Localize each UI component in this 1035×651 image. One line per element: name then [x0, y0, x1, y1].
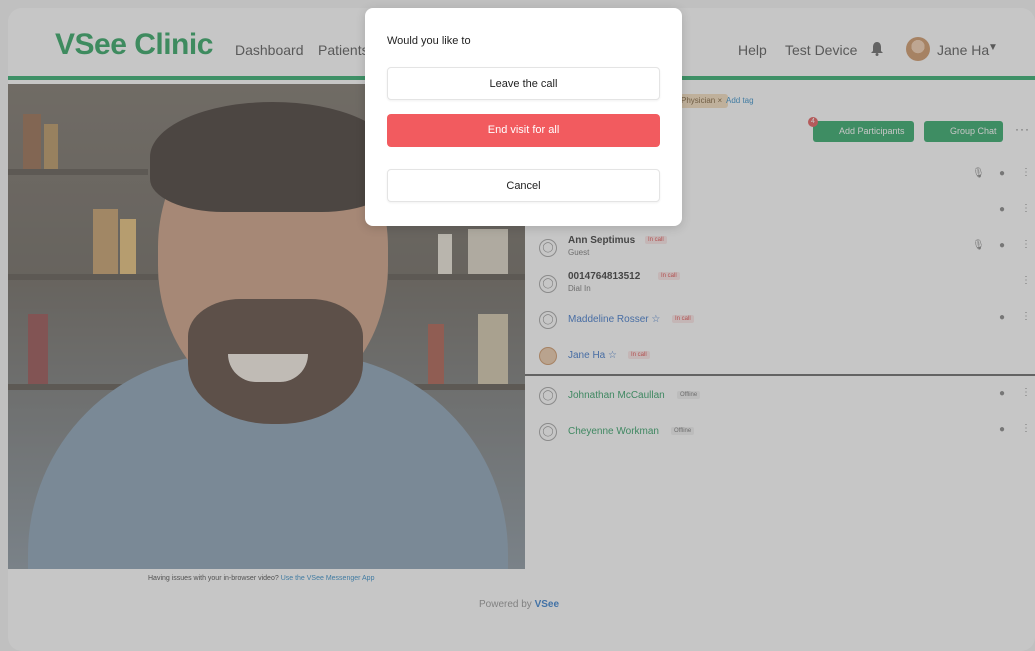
- end-call-dialog: Would you like to Leave the call End vis…: [365, 8, 682, 226]
- end-visit-button[interactable]: End visit for all: [387, 114, 660, 147]
- cancel-button[interactable]: Cancel: [387, 169, 660, 202]
- leave-call-button[interactable]: Leave the call: [387, 67, 660, 100]
- dialog-question: Would you like to: [387, 35, 471, 47]
